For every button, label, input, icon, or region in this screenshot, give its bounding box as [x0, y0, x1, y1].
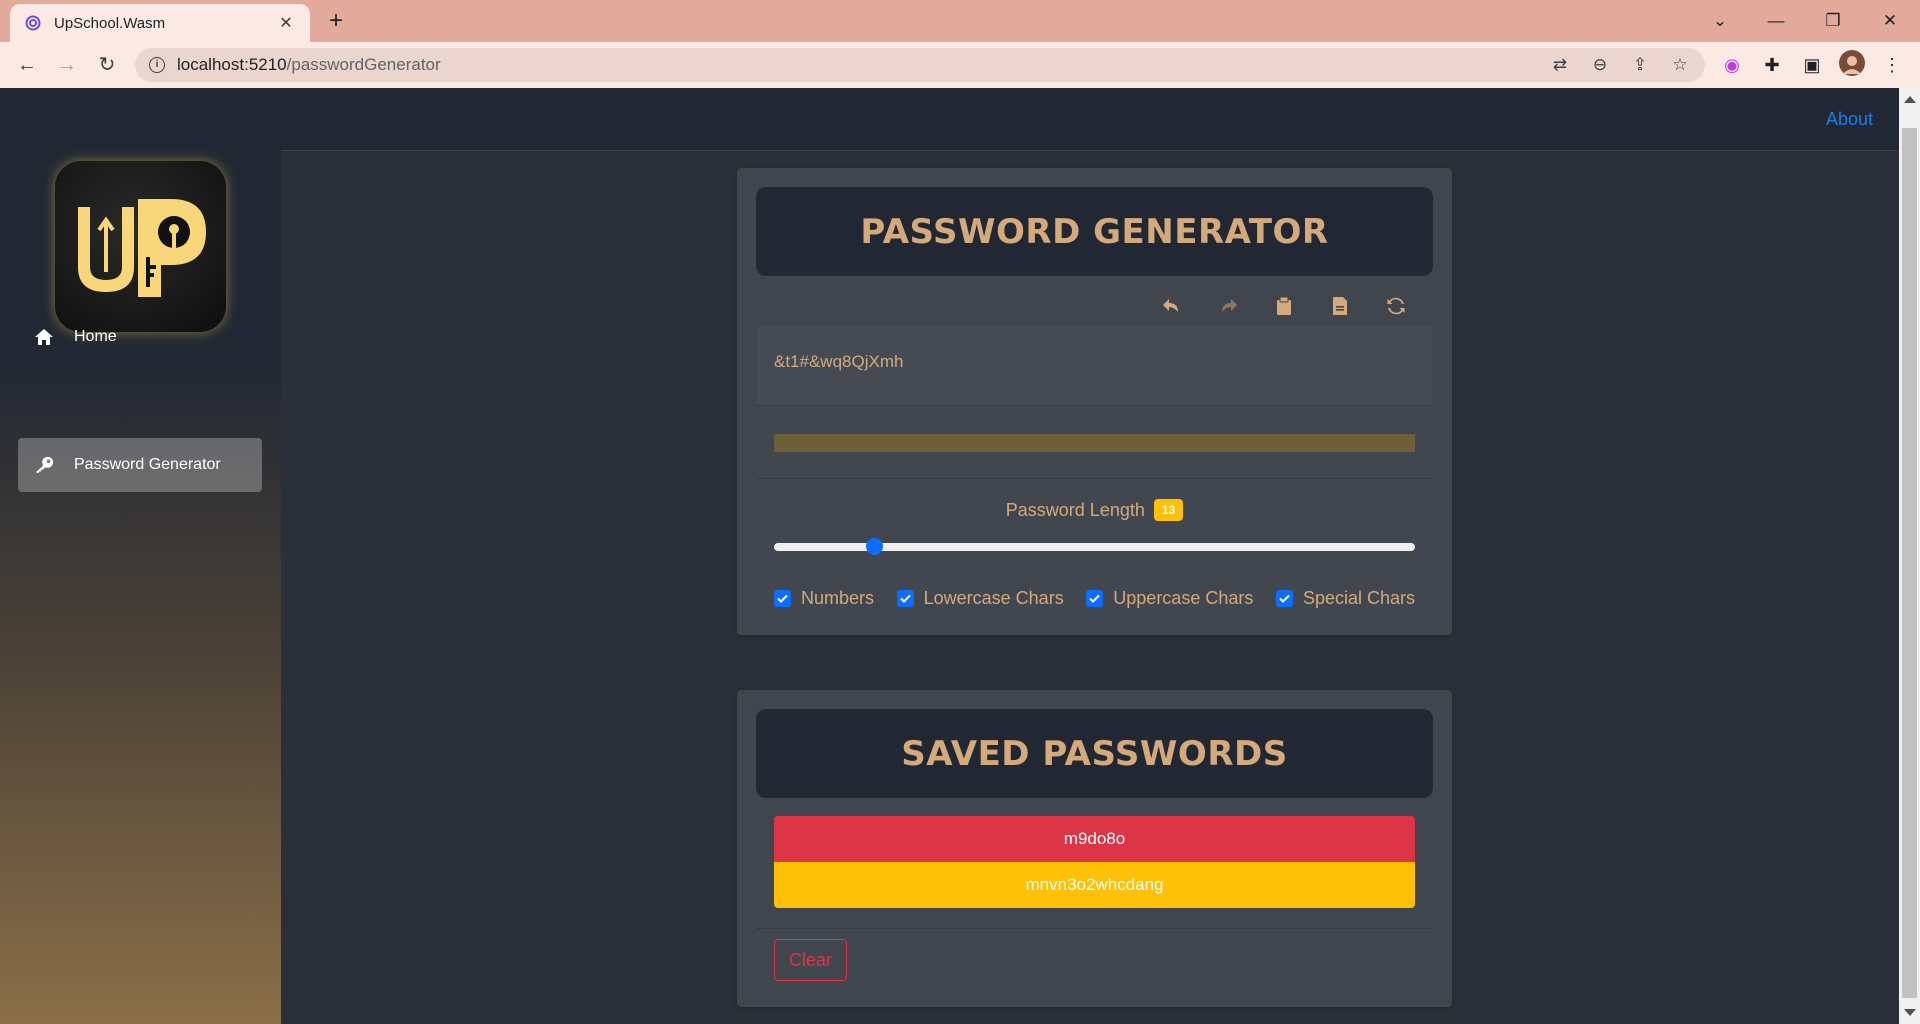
slider-thumb[interactable]: [866, 538, 884, 555]
strength-row: [757, 407, 1432, 479]
reload-icon[interactable]: ↻: [92, 50, 122, 80]
page-title: PASSWORD GENERATOR: [860, 211, 1329, 252]
site-info-icon[interactable]: i: [149, 57, 165, 73]
page-scrollbar[interactable]: [1899, 88, 1920, 1024]
length-label-text: Password Length: [1005, 500, 1145, 520]
about-link[interactable]: About: [1826, 109, 1873, 130]
option-numbers[interactable]: Numbers: [774, 588, 874, 609]
option-label: Special Chars: [1302, 588, 1415, 608]
url-text: localhost:5210/passwordGenerator: [177, 55, 441, 75]
length-value-badge: 13: [1153, 499, 1184, 521]
generated-password[interactable]: &t1#&wq8QjXmh: [774, 352, 903, 372]
side-panel-icon[interactable]: ▣: [1797, 50, 1827, 80]
back-icon[interactable]: ←: [12, 50, 42, 80]
saved-title: SAVED PASSWORDS: [901, 733, 1288, 774]
restore-button[interactable]: ❐: [1813, 6, 1853, 36]
password-generator-card: PASSWORD GENERATOR &t1#&wq8QjXmh Passwor…: [737, 168, 1452, 635]
scroll-up-icon[interactable]: [1904, 96, 1916, 103]
upschool-logo[interactable]: [55, 161, 226, 332]
saved-header: SAVED PASSWORDS: [756, 709, 1433, 798]
generator-header: PASSWORD GENERATOR: [756, 187, 1433, 276]
password-length-slider[interactable]: [774, 538, 1415, 555]
translate-icon[interactable]: ⇄: [1549, 53, 1571, 77]
profile-avatar[interactable]: [1837, 50, 1867, 80]
clipboard-icon[interactable]: [1272, 294, 1296, 318]
option-lowercase[interactable]: Lowercase Chars: [896, 588, 1064, 609]
option-label: Uppercase Chars: [1113, 588, 1254, 608]
top-bar: About: [281, 88, 1899, 151]
option-uppercase[interactable]: Uppercase Chars: [1086, 588, 1253, 609]
home-icon: [34, 327, 54, 347]
saved-passwords-card: SAVED PASSWORDS m9do8o mnvn3o2whcdang Cl…: [737, 690, 1452, 1007]
clear-button[interactable]: Clear: [774, 939, 847, 981]
password-strength-bar: [774, 434, 1415, 452]
key-icon: [34, 455, 54, 475]
tab-title: UpSchool.Wasm: [54, 14, 166, 32]
saved-footer: Clear: [757, 928, 1432, 1000]
checkbox-checked-icon[interactable]: [1275, 590, 1293, 607]
sidebar-item-home[interactable]: Home: [18, 310, 262, 364]
password-options: Password Length 13 Numbers Lowercase Cha…: [757, 480, 1432, 630]
new-tab-button[interactable]: +: [322, 8, 350, 36]
refresh-icon[interactable]: [1384, 294, 1408, 318]
url-path: /passwordGenerator: [286, 55, 441, 74]
browser-tabstrip: UpSchool.Wasm ✕ + ⌄ — ❐ ✕: [0, 0, 1920, 42]
character-options: Numbers Lowercase Chars Uppercase Chars …: [774, 588, 1415, 609]
sidebar-item-password-generator[interactable]: Password Generator: [18, 438, 262, 492]
browser-tab[interactable]: UpSchool.Wasm ✕: [10, 4, 310, 42]
address-bar[interactable]: i localhost:5210/passwordGenerator ⇄ ⊖ ⇪…: [135, 48, 1705, 82]
saved-password-item[interactable]: m9do8o: [774, 816, 1415, 862]
save-file-icon[interactable]: [1328, 294, 1352, 318]
scroll-thumb[interactable]: [1902, 128, 1917, 998]
generated-password-box: &t1#&wq8QjXmh: [757, 326, 1432, 406]
option-special[interactable]: Special Chars: [1275, 588, 1415, 609]
checkbox-checked-icon[interactable]: [774, 590, 791, 607]
undo-icon[interactable]: [1160, 294, 1184, 318]
extension-icon[interactable]: ◉: [1717, 50, 1747, 80]
close-tab-icon[interactable]: ✕: [276, 13, 296, 33]
forward-icon[interactable]: →: [52, 50, 82, 80]
option-label: Numbers: [801, 588, 875, 608]
minimize-button[interactable]: —: [1756, 6, 1796, 36]
saved-password-item[interactable]: mnvn3o2whcdang: [774, 862, 1415, 908]
url-host: localhost:5210: [177, 55, 287, 74]
sidebar-item-label: Password Generator: [74, 456, 221, 473]
puzzle-extensions-icon[interactable]: ✚: [1757, 50, 1787, 80]
share-icon[interactable]: ⇪: [1629, 53, 1651, 77]
generator-actions: [737, 286, 1452, 326]
bookmark-star-icon[interactable]: ☆: [1669, 53, 1691, 77]
sidebar-item-label: Home: [74, 328, 117, 345]
redo-icon[interactable]: [1216, 294, 1240, 318]
close-window-button[interactable]: ✕: [1870, 6, 1910, 36]
sidebar: Home Password Generator: [0, 88, 281, 1024]
tab-search-icon[interactable]: ⌄: [1700, 6, 1740, 36]
checkbox-checked-icon[interactable]: [1086, 590, 1104, 607]
browser-toolbar: ← → ↻ i localhost:5210/passwordGenerator…: [0, 42, 1920, 88]
option-label: Lowercase Chars: [923, 588, 1064, 608]
blazor-favicon-icon: [24, 14, 42, 32]
scroll-down-icon[interactable]: [1904, 1009, 1916, 1016]
password-length-label: Password Length 13: [757, 499, 1432, 521]
checkbox-checked-icon[interactable]: [896, 590, 914, 607]
zoom-icon[interactable]: ⊖: [1589, 53, 1611, 77]
browser-menu-icon[interactable]: ⋮: [1877, 50, 1907, 80]
